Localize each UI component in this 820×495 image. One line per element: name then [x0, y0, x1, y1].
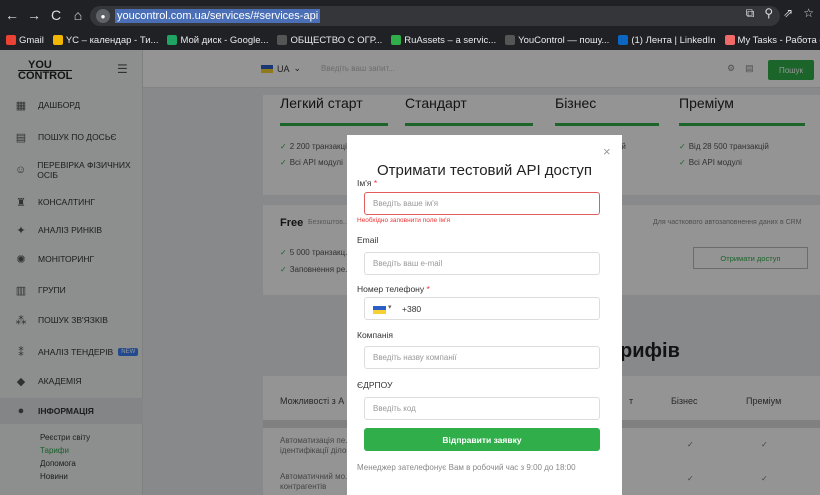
name-label: Ім'я *	[357, 178, 377, 188]
lock-icon: ●	[96, 9, 110, 23]
bookmark-icon	[52, 35, 63, 45]
phone-code: +380	[402, 304, 422, 314]
bookmark-item[interactable]: RuAssets – a servic...	[391, 35, 496, 46]
bookmark-label: (1) Лента | LinkedIn	[631, 34, 716, 46]
bookmarks-bar: Gmail YC – календар - Ти... Мой диск - Goo…	[0, 30, 820, 50]
modal-title: Отримати тестовий API доступ	[376, 162, 593, 179]
reload-icon[interactable]: C	[46, 5, 66, 25]
bookmark-label: My Tasks - Работа с...	[737, 34, 820, 46]
label-text: Ім'я	[357, 178, 372, 188]
bookmark-item[interactable]: YC – календар - Ти...	[52, 34, 159, 46]
bookmark-icon	[6, 35, 16, 45]
bookmark-label: YouControl — пошу...	[518, 34, 610, 46]
bookmark-label: Мой диск - Google...	[180, 34, 269, 46]
label-text: Номер телефону	[357, 284, 425, 294]
bookmark-label: Gmail	[19, 34, 44, 46]
edrpou-field[interactable]: Введіть код	[364, 397, 600, 420]
address-bar[interactable]: ● youcontrol.com.ua/services/#services-a…	[90, 6, 780, 26]
bookmark-icon	[618, 35, 629, 45]
browser-actions: ⧉ ⚲ ⇗ ☆	[746, 6, 814, 21]
company-field[interactable]: Введіть назву компанії	[364, 346, 600, 369]
required-mark: *	[426, 284, 430, 294]
ukraine-flag-icon[interactable]	[373, 306, 386, 314]
submit-button[interactable]: Відправити заявку	[364, 428, 600, 451]
phone-label: Номер телефону *	[357, 284, 430, 294]
bookmark-label: RuAssets – a servic...	[404, 34, 497, 46]
phone-field[interactable]: ▾ +380	[364, 297, 600, 320]
bookmark-icon	[277, 35, 288, 45]
required-mark: *	[373, 178, 378, 188]
bookmark-item[interactable]: My Tasks - Работа с...	[724, 34, 820, 46]
modal-note: Менеджер зателефонує Вам в робочий час з…	[357, 463, 576, 472]
edrpou-label: ЄДРПОУ	[357, 380, 393, 390]
bookmark-item[interactable]: YouControl — пошу...	[505, 35, 609, 46]
zoom-icon[interactable]: ⚲	[764, 6, 773, 21]
email-label: Email	[357, 235, 379, 245]
bookmark-label: YC – календар - Ти...	[65, 34, 159, 46]
bookmark-icon	[724, 35, 735, 45]
back-icon[interactable]: ←	[2, 5, 22, 25]
url-text: youcontrol.com.ua/services/#services-api	[115, 9, 321, 23]
name-field[interactable]: Введіть ваше ім'я	[364, 192, 600, 215]
install-icon[interactable]: ⧉	[746, 6, 755, 21]
bookmark-icon	[505, 35, 516, 45]
bookmark-item[interactable]: Gmail	[6, 35, 44, 46]
bookmark-icon	[391, 35, 402, 45]
bookmark-item[interactable]: (1) Лента | LinkedIn	[618, 34, 716, 46]
share-icon[interactable]: ⇗	[783, 6, 793, 21]
name-error: Необхідно заповнити поле Ім'я	[357, 217, 450, 224]
email-field[interactable]: Введіть ваш e-mail	[364, 252, 600, 275]
star-icon[interactable]: ☆	[803, 6, 814, 21]
forward-icon[interactable]: →	[24, 5, 44, 25]
chevron-down-icon[interactable]: ▾	[388, 303, 392, 311]
api-access-modal: × Отримати тестовий API доступ Ім'я * Вв…	[347, 135, 622, 495]
bookmark-item[interactable]: Мой диск - Google...	[167, 35, 268, 46]
close-icon[interactable]: ×	[603, 144, 611, 159]
bookmark-icon	[167, 35, 178, 45]
bookmark-item[interactable]: ОБЩЕСТВО С ОГР...	[277, 35, 382, 46]
home-icon[interactable]: ⌂	[68, 5, 88, 25]
browser-chrome: ← → C ⌂ ● youcontrol.com.ua/services/#se…	[0, 0, 820, 50]
bookmark-label: ОБЩЕСТВО С ОГР...	[290, 34, 383, 46]
company-label: Компанія	[357, 330, 394, 340]
